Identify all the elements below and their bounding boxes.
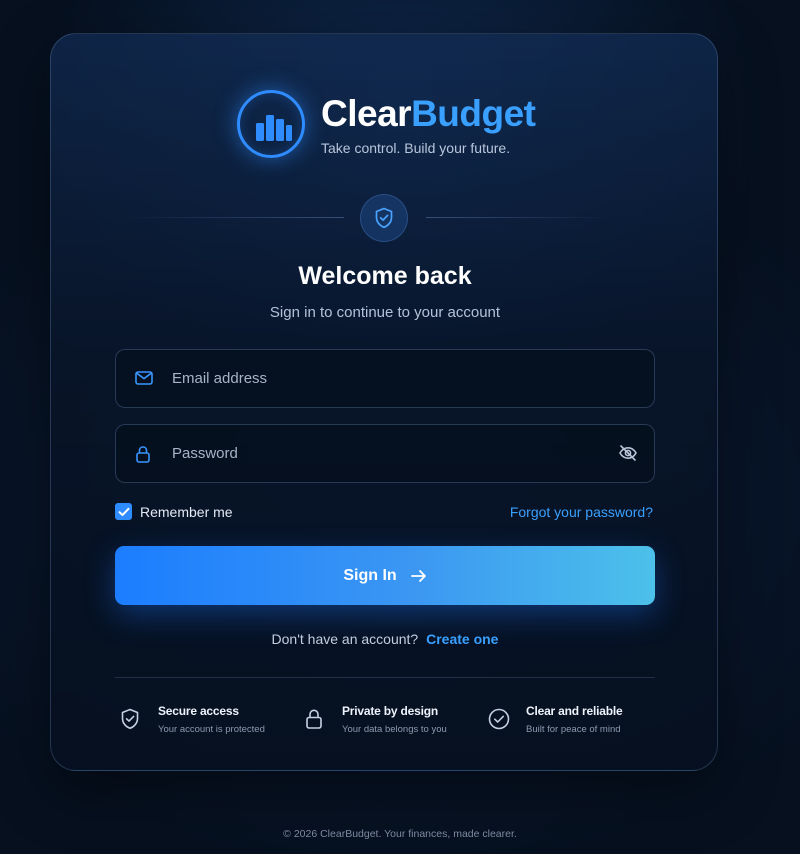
logo-chart-icon — [237, 90, 305, 158]
mail-icon — [135, 371, 153, 385]
forgot-password-link[interactable]: Forgot your password? — [510, 504, 653, 520]
divider — [115, 677, 655, 678]
feature-subtitle: Built for peace of mind — [526, 724, 621, 735]
footer-copyright: © 2026 ClearBudget. Your finances, made … — [283, 828, 517, 840]
remember-me-checkbox[interactable] — [115, 503, 132, 520]
feature-private-by-design: Private by design Your data belongs to y… — [304, 702, 474, 742]
password-input[interactable] — [172, 425, 592, 482]
remember-me[interactable]: Remember me — [115, 503, 233, 520]
feature-subtitle: Your account is protected — [158, 724, 265, 735]
email-input[interactable] — [172, 350, 592, 407]
eye-off-icon — [619, 445, 637, 461]
feature-secure-access: Secure access Your account is protected — [120, 702, 290, 742]
arrow-right-icon — [410, 569, 426, 582]
shield-badge — [360, 194, 408, 242]
feature-title: Clear and reliable — [526, 704, 623, 718]
login-card: ClearBudget Take control. Build your fut… — [50, 33, 718, 771]
brand-name: ClearBudget — [321, 92, 536, 136]
divider-right — [426, 217, 611, 218]
toggle-password-visibility-button[interactable] — [618, 443, 638, 468]
brand-name-part1: Clear — [321, 93, 412, 134]
feature-subtitle: Your data belongs to you — [342, 724, 447, 735]
checkmark-icon — [118, 507, 129, 516]
signup-row: Don't have an account? Create one — [51, 631, 719, 647]
shield-check-icon — [121, 708, 139, 730]
page-subtitle: Sign in to continue to your account — [269, 304, 501, 321]
sign-in-label: Sign In — [343, 566, 397, 584]
email-field[interactable] — [115, 349, 655, 408]
shield-check-icon — [375, 207, 393, 229]
lock-icon — [136, 446, 150, 463]
check-circle-icon — [488, 708, 510, 730]
signup-prompt: Don't have an account? — [271, 631, 419, 647]
brand-name-part2: Budget — [411, 93, 536, 134]
create-account-link[interactable]: Create one — [426, 631, 498, 647]
lock-icon — [306, 709, 322, 729]
remember-me-label: Remember me — [140, 503, 233, 520]
divider-left — [126, 217, 344, 218]
brand-tagline: Take control. Build your future. — [321, 140, 511, 156]
feature-clear-and-reliable: Clear and reliable Built for peace of mi… — [488, 702, 658, 742]
feature-title: Secure access — [158, 704, 239, 718]
page-title: Welcome back — [298, 262, 472, 290]
brand-header: ClearBudget Take control. Build your fut… — [237, 90, 537, 160]
password-field[interactable] — [115, 424, 655, 483]
sign-in-button[interactable]: Sign In — [115, 546, 655, 605]
feature-title: Private by design — [342, 704, 438, 718]
